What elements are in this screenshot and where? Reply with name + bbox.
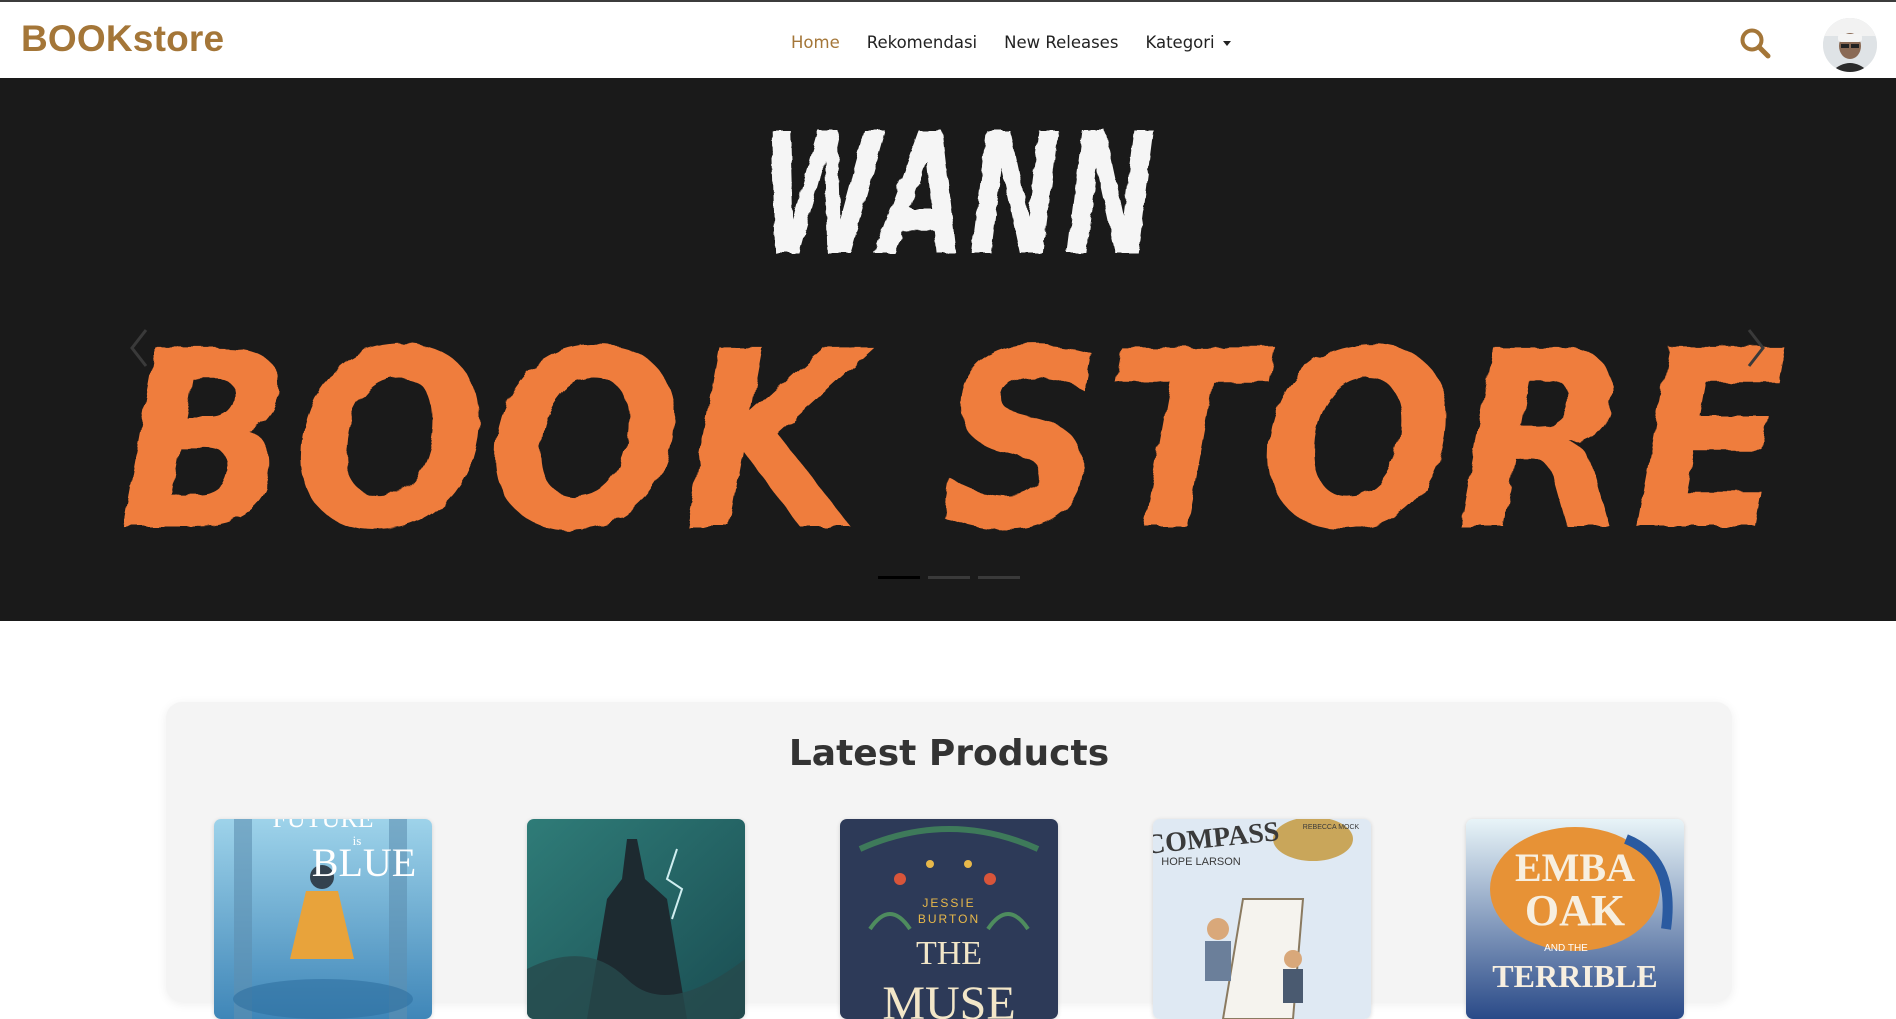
book-4-word-2: HOPE LARSON xyxy=(1161,856,1241,868)
hero-title-bookstore: BOOK STORE xyxy=(118,299,1788,584)
brand-logo[interactable]: BOOKstore xyxy=(21,18,224,60)
book-5-word-2: OAK xyxy=(1525,886,1625,935)
kategori-label: Kategori xyxy=(1145,32,1215,52)
book-card-4[interactable]: COMPASS HOPE LARSON REBECCA MOCK xyxy=(1153,819,1371,1019)
carousel-indicator-1[interactable] xyxy=(878,576,920,579)
latest-products-section: Latest Products FUTURE is BLUE xyxy=(166,702,1732,1019)
hero-carousel: WANN BOOK STORE xyxy=(0,78,1896,621)
caret-down-icon xyxy=(1222,40,1231,46)
carousel-prev-button[interactable] xyxy=(120,318,160,378)
book-3-word-4: MUSE xyxy=(882,977,1015,1019)
book-card-1[interactable]: FUTURE is BLUE xyxy=(214,819,432,1019)
chevron-right-icon xyxy=(1747,329,1765,367)
nav-rekomendasi-link[interactable]: Rekomendasi xyxy=(867,33,977,52)
section-title: Latest Products xyxy=(788,733,1110,774)
search-icon xyxy=(1740,28,1771,59)
user-avatar[interactable] xyxy=(1823,18,1877,72)
chevron-left-icon xyxy=(130,329,148,367)
book-4-word-3: REBECCA MOCK xyxy=(1303,824,1360,831)
book-cover-1: FUTURE is BLUE xyxy=(214,819,432,1019)
book-1-word-1: FUTURE xyxy=(272,819,373,833)
carousel-indicator-3[interactable] xyxy=(978,576,1020,579)
navbar: BOOKstore Home Rekomendasi New Releases … xyxy=(0,2,1896,78)
book-card-5[interactable]: EMBA OAK AND THE TERRIBLE xyxy=(1466,819,1684,1019)
book-3-word-1: JESSIE xyxy=(922,896,975,910)
book-3-word-2: BURTON xyxy=(918,912,980,926)
hero-banner: WANN BOOK STORE xyxy=(118,97,1788,584)
book-cover-4: COMPASS HOPE LARSON REBECCA MOCK xyxy=(1153,819,1371,1019)
book-1-word-3: BLUE xyxy=(312,840,416,885)
nav-menu: Home Rekomendasi New Releases Kategori xyxy=(791,30,1258,54)
book-3-word-3: THE xyxy=(916,935,982,972)
book-cover-3: JESSIE BURTON THE MUSE xyxy=(840,819,1058,1019)
carousel-indicators xyxy=(878,576,1020,579)
book-5-word-3: AND THE xyxy=(1544,943,1588,954)
carousel-indicator-2[interactable] xyxy=(928,576,970,579)
book-cover-5: EMBA OAK AND THE TERRIBLE xyxy=(1466,819,1684,1019)
search-button[interactable] xyxy=(1738,26,1772,60)
user-photo xyxy=(1823,18,1877,72)
nav-kategori-dropdown[interactable]: Kategori xyxy=(1145,32,1231,52)
book-card-2[interactable] xyxy=(527,819,745,1019)
book-5-word-4: TERRIBLE xyxy=(1492,958,1657,994)
nav-new-releases-link[interactable]: New Releases xyxy=(1004,33,1118,52)
nav-home-link[interactable]: Home xyxy=(791,33,840,52)
carousel-next-button[interactable] xyxy=(1735,318,1775,378)
hero-title-wann: WANN xyxy=(760,97,1160,293)
book-card-3[interactable]: JESSIE BURTON THE MUSE xyxy=(840,819,1058,1019)
book-5-word-1: EMBA xyxy=(1515,845,1635,890)
book-cover-2 xyxy=(527,819,745,1019)
